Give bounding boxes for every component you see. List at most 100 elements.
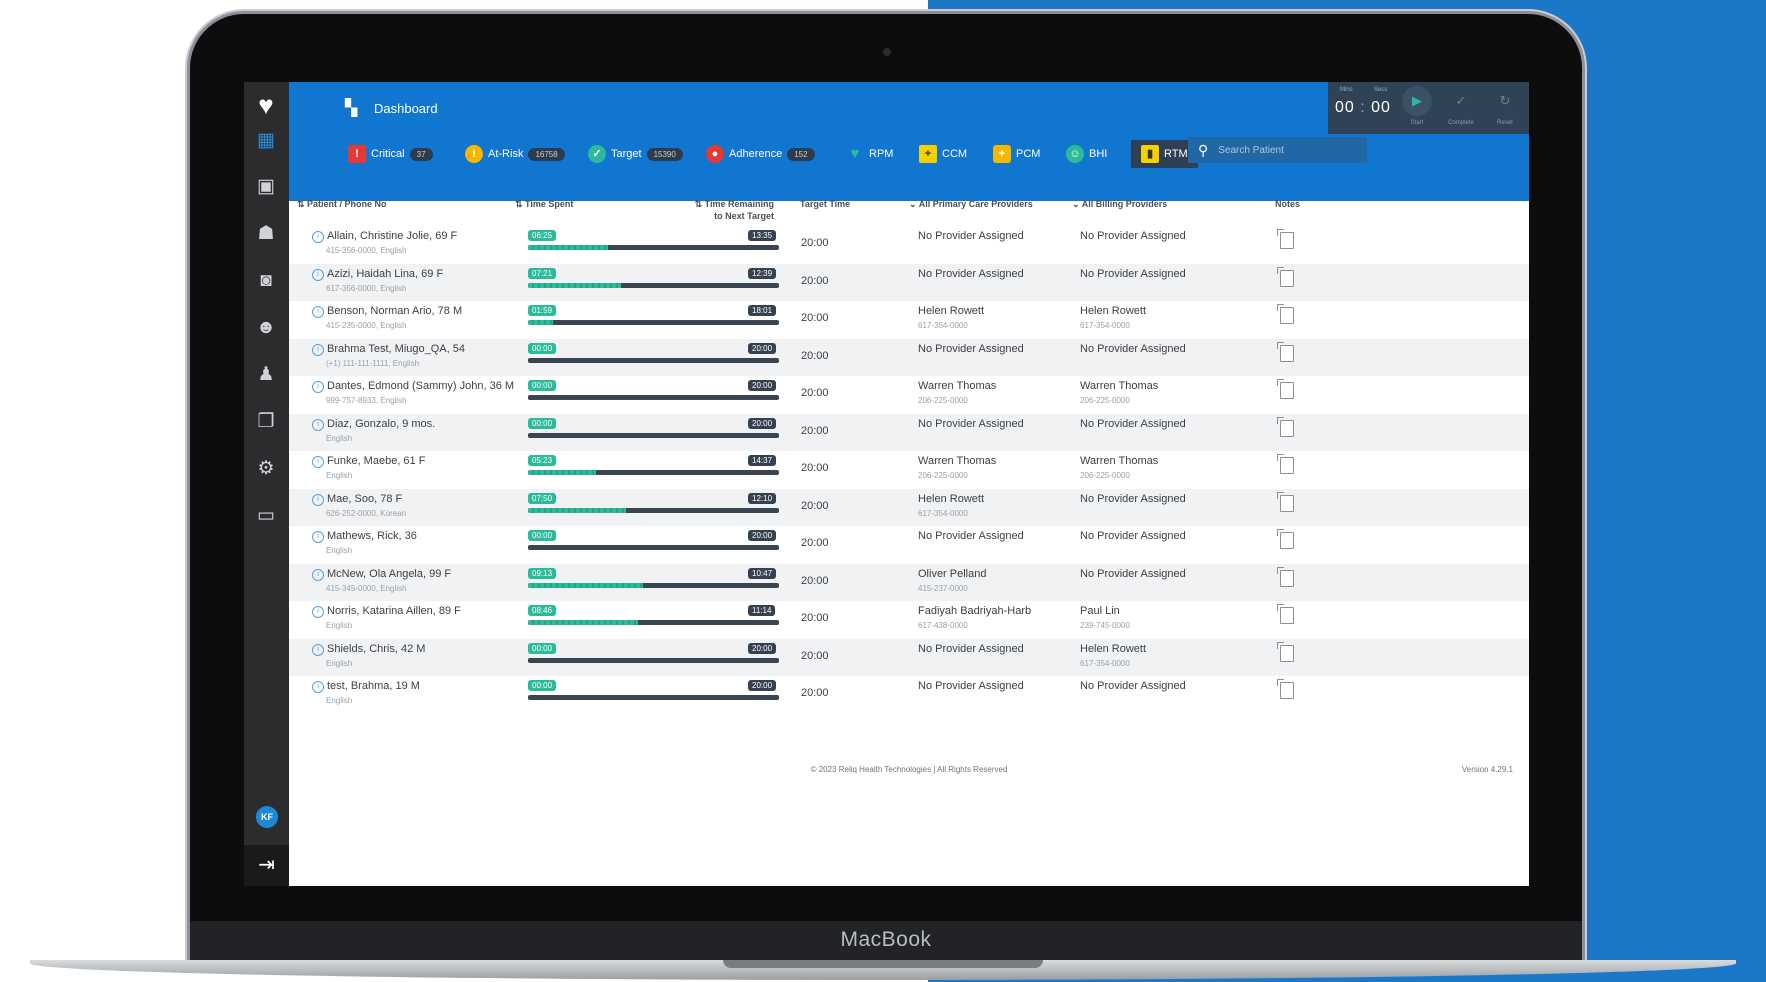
app-screen: ♥ ▦ ▣ ☗ ◙ ☻ ♟ ❐ ⚙ ▭ KF ⇥ ▚ Dashboard Min… — [244, 82, 1529, 886]
info-icon[interactable]: i — [312, 531, 324, 543]
notes-icon[interactable] — [1277, 379, 1294, 399]
billing-provider-phone: 206-225-0000 — [1080, 471, 1130, 480]
filter-critical[interactable]: ! Critical 37 — [348, 142, 433, 166]
filter-at-risk[interactable]: ! At-Risk 16758 — [465, 142, 565, 166]
notes-icon[interactable] — [1277, 229, 1294, 249]
filter-rpm[interactable]: ♥ RPM — [846, 142, 894, 166]
patient-name[interactable]: i Norris, Katarina Aillen, 89 F — [312, 605, 461, 618]
notes-icon[interactable] — [1277, 566, 1294, 587]
logout-icon[interactable]: ⇥ — [244, 845, 289, 886]
avatar[interactable]: KF — [256, 806, 278, 828]
patient-phone-language: English — [326, 696, 353, 705]
table-row[interactable]: i Brahma Test, Miugo_QA, 54 (+1) 111-111-1… — [289, 338, 1529, 376]
filter-adherence[interactable]: ● Adherence 152 — [706, 142, 815, 166]
patient-card-icon[interactable]: ▣ — [253, 174, 279, 200]
table-row[interactable]: i test, Brahma, 19 M English 00:00 20:00 20:0… — [289, 676, 1529, 714]
patient-name[interactable]: i test, Brahma, 19 M — [312, 680, 420, 693]
reports-icon[interactable]: ❐ — [253, 409, 279, 435]
patient-name-text: Azizi, Haidah Lina, 69 F — [327, 267, 444, 280]
primary-care-provider-phone: 206-225-0000 — [918, 471, 968, 480]
notes-icon[interactable] — [1277, 416, 1294, 437]
info-icon[interactable]: i — [312, 606, 324, 618]
notes-icon[interactable] — [1277, 641, 1294, 662]
header-time-spent[interactable]: ⇅ Time Spent — [515, 198, 573, 210]
patient-name[interactable]: i Diaz, Gonzalo, 9 mos. — [312, 418, 435, 431]
info-icon[interactable]: i — [312, 493, 324, 506]
time-remaining-badge: 20:00 — [748, 342, 777, 354]
complete-button[interactable]: ✓ — [1446, 86, 1476, 116]
patient-name[interactable]: i Brahma Test, Miugo_QA, 54 — [312, 343, 465, 356]
briefcase-icon: + — [993, 145, 1011, 163]
header-patient-label: Patient / Phone No — [307, 199, 387, 209]
logo-icon[interactable]: ♥ — [251, 90, 281, 120]
info-icon[interactable]: i — [312, 643, 324, 656]
filter-pcm[interactable]: + PCM — [993, 142, 1040, 166]
time-progress-bar — [528, 545, 779, 550]
info-icon[interactable]: i — [312, 456, 324, 468]
patient-name-text: Brahma Test, Miugo_QA, 54 — [327, 342, 465, 355]
notes-icon[interactable] — [1277, 491, 1294, 512]
table-row[interactable]: i Funke, Maebe, 61 F English 05:23 14:37 20:0… — [289, 451, 1529, 489]
time-progress-bar — [528, 282, 779, 288]
table-row[interactable]: i Azizi, Haidah Lina, 69 F 617-356-0000, E… — [289, 263, 1529, 301]
time-remaining-badge: 10:47 — [748, 567, 777, 579]
table-row[interactable]: i Dantes, Edmond (Sammy) John, 36 M 999-75… — [289, 376, 1529, 414]
info-icon[interactable]: i — [312, 343, 324, 356]
notes-icon[interactable] — [1277, 679, 1294, 699]
table-row[interactable]: i Norris, Katarina Aillen, 89 F English 08:… — [289, 601, 1529, 639]
time-progress-fill — [528, 282, 621, 288]
notes-icon[interactable] — [1277, 341, 1294, 362]
care-team-icon[interactable]: ☗ — [253, 221, 279, 247]
notes-icon[interactable] — [1277, 454, 1294, 474]
exclamation-icon: ! — [465, 145, 483, 163]
table-row[interactable]: i Mae, Soo, 78 F 626-252-0000, Korean 07:50… — [289, 488, 1529, 526]
target-time: 20:00 — [801, 237, 829, 249]
patient-name[interactable]: i Dantes, Edmond (Sammy) John, 36 M — [312, 380, 514, 393]
info-icon[interactable]: i — [312, 231, 324, 243]
info-icon[interactable]: i — [312, 568, 324, 581]
dashboard-icon[interactable]: ▦ — [253, 128, 279, 154]
target-time: 20:00 — [801, 612, 829, 624]
patient-name[interactable]: i Allain, Christine Jolie, 69 F — [312, 230, 457, 243]
filter-target[interactable]: ✓ Target 15390 — [588, 142, 683, 166]
header-patient[interactable]: ⇅ Patient / Phone No — [297, 198, 387, 210]
info-icon[interactable]: i — [312, 681, 324, 693]
patient-name[interactable]: i Mathews, Rick, 36 — [312, 530, 417, 543]
header-pcp-filter[interactable]: ⌄ All Primary Care Providers — [909, 198, 1033, 210]
search-box[interactable]: ⚲ — [1188, 137, 1367, 163]
table-row[interactable]: i Mathews, Rick, 36 English 00:00 20:00 20:00… — [289, 526, 1529, 564]
notes-icon[interactable] — [1277, 304, 1294, 324]
notes-icon[interactable] — [1277, 529, 1294, 549]
devices-icon[interactable]: ◙ — [253, 268, 279, 294]
user-settings-icon[interactable]: ⚙ — [253, 456, 279, 482]
header-time-remaining[interactable]: ⇅ Time Remaining to Next Target — [674, 198, 774, 222]
monitor-icon[interactable]: ▭ — [253, 503, 279, 529]
info-icon[interactable]: i — [312, 268, 324, 281]
search-input[interactable] — [1216, 143, 1341, 157]
user-profile-icon[interactable]: ♟ — [253, 362, 279, 388]
patient-name[interactable]: i Benson, Norman Ario, 78 M — [312, 305, 462, 318]
patient-name[interactable]: i Azizi, Haidah Lina, 69 F — [312, 268, 443, 281]
table-row[interactable]: i Benson, Norman Ario, 78 M 415-235-0000, … — [289, 301, 1529, 339]
patient-name-text: Funke, Maebe, 61 F — [327, 455, 426, 467]
reset-button[interactable]: ↻ — [1490, 86, 1520, 116]
start-button[interactable]: ▶ — [1402, 86, 1432, 116]
header-billing-filter[interactable]: ⌄ All Billing Providers — [1072, 198, 1167, 210]
notes-icon[interactable] — [1277, 604, 1294, 624]
info-icon[interactable]: i — [312, 418, 324, 431]
filter-ccm[interactable]: + CCM — [919, 142, 967, 166]
info-icon[interactable]: i — [312, 306, 324, 318]
primary-care-provider-phone: 617-438-0000 — [918, 621, 968, 630]
table-row[interactable]: i Diaz, Gonzalo, 9 mos. English 00:00 20:00 2… — [289, 413, 1529, 451]
table-row[interactable]: i McNew, Ola Angela, 99 F 415-345-0000, En… — [289, 563, 1529, 601]
groups-icon[interactable]: ☻ — [253, 315, 279, 341]
filter-bhi[interactable]: ☺ BHI — [1066, 142, 1107, 166]
table-row[interactable]: i Shields, Chris, 42 M English 00:00 20:00 20… — [289, 638, 1529, 676]
patient-name[interactable]: i Funke, Maebe, 61 F — [312, 455, 425, 468]
notes-icon[interactable] — [1277, 266, 1294, 287]
patient-name[interactable]: i McNew, Ola Angela, 99 F — [312, 568, 451, 581]
info-icon[interactable]: i — [312, 381, 324, 393]
patient-name[interactable]: i Shields, Chris, 42 M — [312, 643, 425, 656]
table-row[interactable]: i Allain, Christine Jolie, 69 F 415-356-00… — [289, 226, 1529, 264]
patient-name[interactable]: i Mae, Soo, 78 F — [312, 493, 402, 506]
